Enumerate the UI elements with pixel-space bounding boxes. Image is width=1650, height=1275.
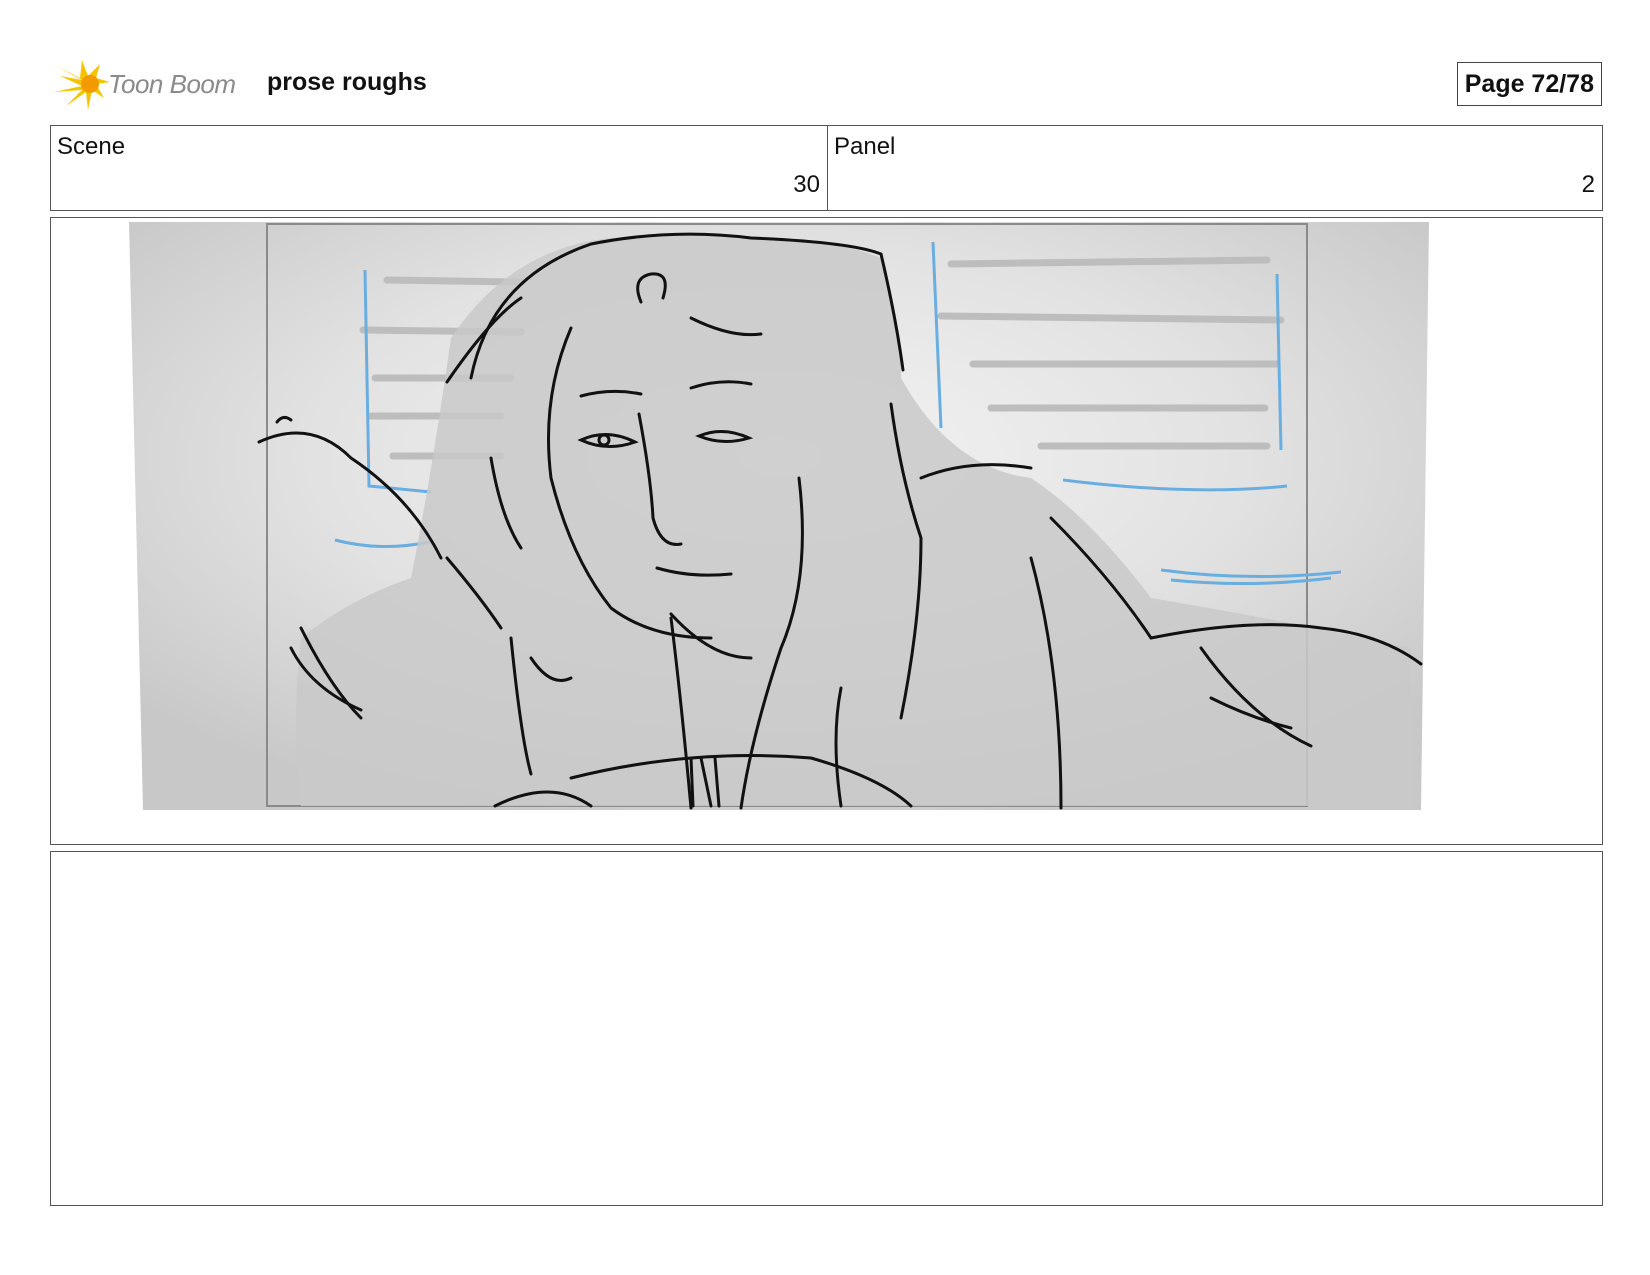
page-indicator: Page 72/78 [1456, 62, 1602, 106]
scene-number: 30 [793, 171, 820, 198]
logo-wordmark: Toon Boom [108, 69, 236, 99]
panel-number: 2 [1581, 171, 1595, 198]
scene-cell: Scene 30 [51, 126, 828, 210]
notes-box [50, 851, 1603, 1206]
scene-label: Scene [57, 133, 126, 160]
burst-icon [54, 60, 110, 110]
project-title: prose roughs [267, 68, 427, 96]
panel-label: Panel [834, 133, 896, 160]
toon-boom-logo: Toon Boom [52, 58, 252, 112]
page-header: Toon Boom prose roughs Page 72/78 [52, 56, 1602, 112]
scene-panel-info: Scene 30 Panel 2 [50, 125, 1603, 211]
panel-image-frame [50, 217, 1603, 845]
panel-cell: Panel 2 [828, 126, 1602, 210]
storyboard-sketch [129, 222, 1429, 810]
